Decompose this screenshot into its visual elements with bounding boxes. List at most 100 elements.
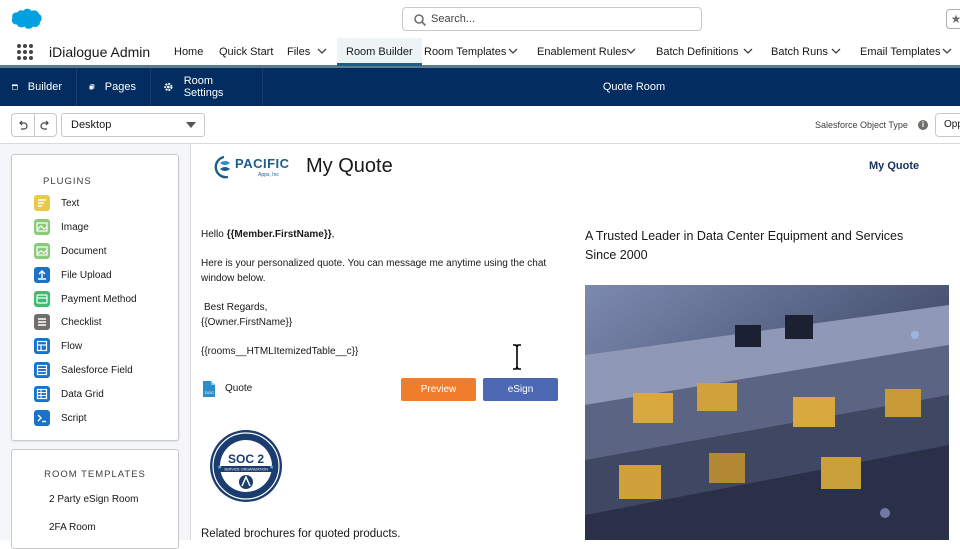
gear-icon xyxy=(164,82,173,92)
owner-token[interactable]: {{Owner.FirstName}} xyxy=(201,315,292,330)
plugin-payment-method[interactable]: Payment Method xyxy=(34,290,137,308)
document-icon xyxy=(34,243,50,259)
plugin-script[interactable]: Script xyxy=(34,409,87,427)
nav-item-files[interactable]: Files xyxy=(287,38,310,66)
star-icon[interactable]: ★ xyxy=(946,9,960,29)
plugin-document[interactable]: Document xyxy=(34,242,107,260)
nav-item-enablement-rules[interactable]: Enablement Rules xyxy=(537,38,627,66)
tab-label: Pages xyxy=(104,81,136,93)
related-brochures-text[interactable]: Related brochures for quoted products. xyxy=(201,528,400,540)
plugin-salesforce-field[interactable]: Salesforce Field xyxy=(34,361,133,379)
device-select-value: Desktop xyxy=(71,119,112,131)
badge-subtitle: SERVICE ORGANIZATION xyxy=(224,468,268,472)
text-icon xyxy=(34,195,50,211)
global-header: ★ xyxy=(0,0,960,38)
caret-down-icon xyxy=(186,122,196,128)
room-canvas: PACIFIC Apps, Inc My Quote My Quote Hell… xyxy=(192,145,960,540)
plugins-panel: PLUGINS Text Image Document File Upload … xyxy=(11,154,179,441)
company-logo: PACIFIC Apps, Inc xyxy=(214,155,289,179)
preview-button[interactable]: Preview xyxy=(401,378,476,401)
plugin-text[interactable]: Text xyxy=(34,194,79,212)
greeting-suffix: , xyxy=(331,229,335,240)
builder-icon xyxy=(12,84,18,90)
undo-redo-group xyxy=(11,113,57,137)
builder-controls: Desktop Salesforce Object Type i Opportu… xyxy=(0,106,960,144)
nav-item-home[interactable]: Home xyxy=(174,38,203,66)
chevron-down-icon[interactable] xyxy=(626,46,636,56)
chevron-down-icon[interactable] xyxy=(831,46,841,56)
page-nav-link[interactable]: My Quote xyxy=(869,160,919,172)
plugin-file-upload[interactable]: File Upload xyxy=(34,266,112,284)
soc2-badge: SOC 2 SERVICE ORGANIZATION ★ ★ xyxy=(210,430,282,502)
tab-label: Room Settings xyxy=(183,75,224,99)
tab-pages[interactable]: Pages xyxy=(77,68,151,106)
member-token: {{Member.FirstName}} xyxy=(226,229,332,240)
plugin-flow[interactable]: Flow xyxy=(34,337,82,355)
plugin-label: Checklist xyxy=(61,316,102,328)
nav-item-batch-definitions[interactable]: Batch Definitions xyxy=(656,38,739,66)
builder-sidebar: PLUGINS Text Image Document File Upload … xyxy=(0,144,191,549)
chevron-down-icon[interactable] xyxy=(317,46,327,56)
object-type-field[interactable]: Opportunity xyxy=(935,113,960,137)
plugin-label: Flow xyxy=(61,340,83,352)
svg-text:DOC: DOC xyxy=(205,390,214,395)
app-navigation: iDialogue Admin Home Quick Start Files R… xyxy=(0,38,960,68)
plugin-label: Salesforce Field xyxy=(61,364,133,376)
hero-image[interactable] xyxy=(585,285,949,540)
room-templates-panel: ROOM TEMPLATES 2 Party eSign Room 2FA Ro… xyxy=(11,449,179,549)
plugin-data-grid[interactable]: Data Grid xyxy=(34,385,104,403)
nav-item-room-builder[interactable]: Room Builder xyxy=(337,38,422,66)
itemized-table-token[interactable]: {{rooms__HTMLItemizedTable__c}} xyxy=(201,344,358,359)
room-templates-title: ROOM TEMPLATES xyxy=(44,469,146,480)
builder-toolbar: Builder Pages Room Settings Quote Room xyxy=(0,68,960,106)
salesforce-field-icon xyxy=(34,362,50,378)
logo-subtext: Apps, Inc xyxy=(258,172,279,178)
plugins-title: PLUGINS xyxy=(43,176,92,187)
tagline-text[interactable]: A Trusted Leader in Data Center Equipmen… xyxy=(585,227,935,265)
template-item[interactable]: 2FA Room xyxy=(49,522,96,533)
greeting-text[interactable]: Hello {{Member.FirstName}}, xyxy=(201,227,334,242)
search-input[interactable] xyxy=(431,10,691,28)
room-name: Quote Room xyxy=(602,81,666,93)
tab-builder[interactable]: Builder xyxy=(0,68,77,106)
message-text[interactable]: Here is your personalized quote. You can… xyxy=(201,256,551,286)
undo-button[interactable] xyxy=(12,114,34,136)
global-search[interactable] xyxy=(402,7,702,31)
svg-text:★: ★ xyxy=(217,464,222,471)
regards-text[interactable]: Best Regards, xyxy=(204,300,267,315)
nav-item-quick-start[interactable]: Quick Start xyxy=(219,38,273,66)
data-grid-icon xyxy=(34,386,50,402)
device-select[interactable]: Desktop xyxy=(61,113,205,137)
plugin-label: Data Grid xyxy=(61,388,104,400)
app-launcher-icon[interactable] xyxy=(17,44,33,60)
app-name: iDialogue Admin xyxy=(49,44,151,60)
nav-item-batch-runs[interactable]: Batch Runs xyxy=(771,38,828,66)
info-icon[interactable]: i xyxy=(918,120,928,130)
object-type-label: Salesforce Object Type xyxy=(815,120,908,130)
esign-button[interactable]: eSign xyxy=(483,378,558,401)
template-item[interactable]: 2 Party eSign Room xyxy=(49,494,139,505)
redo-button[interactable] xyxy=(33,114,56,136)
nav-item-room-templates[interactable]: Room Templates xyxy=(424,38,506,66)
salesforce-logo[interactable] xyxy=(10,8,42,30)
image-icon xyxy=(34,219,50,235)
plugin-checklist[interactable]: Checklist xyxy=(34,313,102,331)
nav-item-email-templates[interactable]: Email Templates xyxy=(860,38,941,66)
undo-icon xyxy=(19,120,29,130)
flow-icon xyxy=(34,338,50,354)
redo-icon xyxy=(40,120,49,130)
payment-method-icon xyxy=(34,291,50,307)
plugin-label: File Upload xyxy=(61,269,112,281)
plugin-label: Text xyxy=(61,197,80,209)
tab-room-settings[interactable]: Room Settings xyxy=(151,68,263,106)
chevron-down-icon[interactable] xyxy=(508,46,518,56)
document-label[interactable]: Quote xyxy=(225,383,252,394)
chevron-down-icon[interactable] xyxy=(743,46,753,56)
script-icon xyxy=(34,410,50,426)
checklist-icon xyxy=(34,314,50,330)
plugin-image[interactable]: Image xyxy=(34,218,89,236)
plugin-label: Payment Method xyxy=(61,293,137,305)
chevron-down-icon[interactable] xyxy=(942,46,952,56)
pages-icon xyxy=(89,84,95,90)
page-heading: My Quote xyxy=(306,155,393,177)
